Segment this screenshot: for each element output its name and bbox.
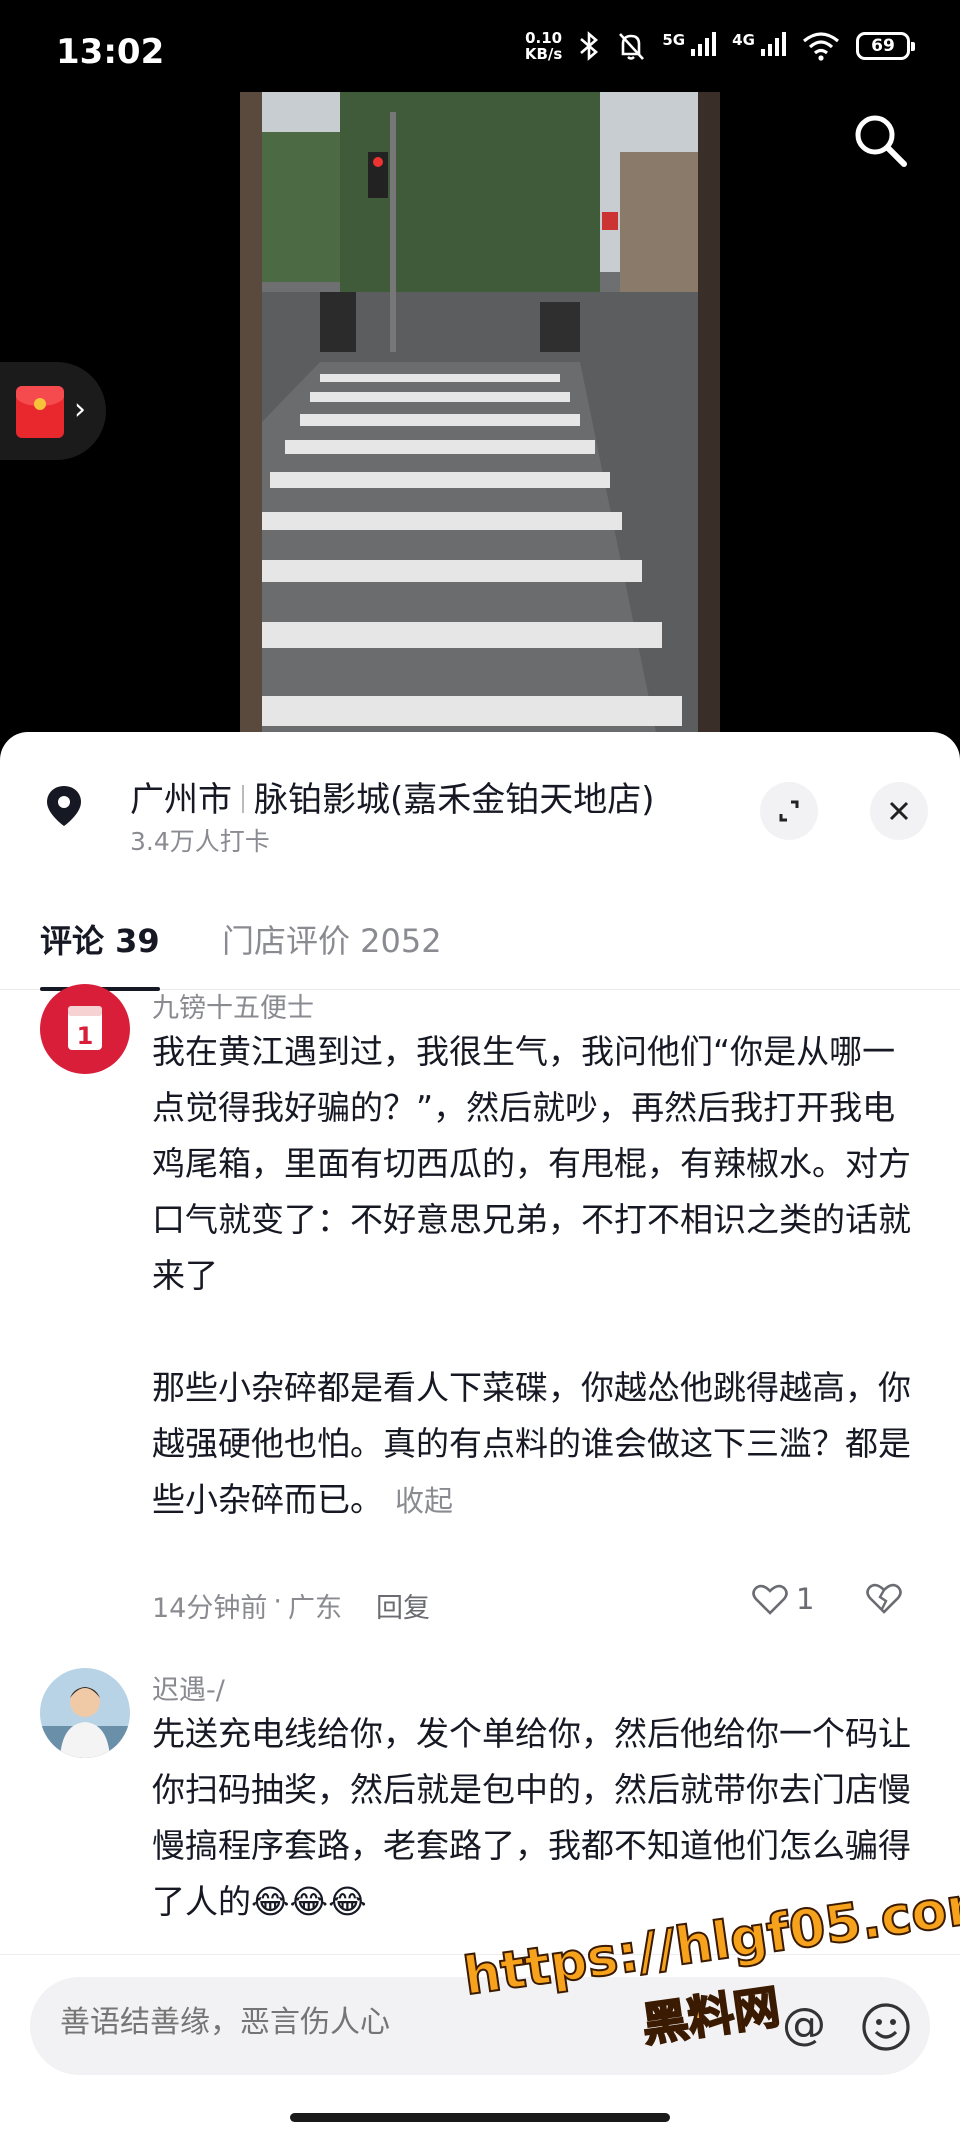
heart-icon (752, 1584, 788, 1615)
person-avatar-image (40, 1668, 130, 1758)
location-title[interactable]: 广州市 脉铂影城(嘉禾金铂天地店) (130, 772, 655, 821)
wifi-icon (802, 32, 840, 61)
comment-time: 14分钟前 (152, 1593, 268, 1624)
comment-username[interactable]: 迟遇-/ (152, 1668, 225, 1707)
battery-indicator: 69 (856, 32, 915, 60)
chevron-right-icon: › (74, 392, 86, 427)
tab-comments[interactable]: 评论 39 (40, 916, 160, 962)
location-name: 脉铂影城(嘉禾金铂天地店) (254, 780, 655, 820)
avatar-badge: 1 (77, 1022, 94, 1050)
title-divider (242, 785, 244, 813)
comment-meta: 14分钟前 · 广东 回复 (152, 1586, 430, 1625)
like-count: 1 (796, 1582, 815, 1616)
signal-5g: 5G (662, 31, 717, 61)
comment-username[interactable]: 九镑十五便士 (152, 986, 314, 1025)
tab-store-reviews[interactable]: 门店评价 2052 (222, 916, 442, 962)
signal-4g: 4G (732, 31, 786, 61)
tab-bar: 评论 39 门店评价 2052 (0, 902, 960, 991)
expand-icon (779, 800, 799, 822)
comment-input[interactable] (60, 2005, 480, 2040)
comment-text: 先送充电线给你，发个单给你，然后他给你一个码让你扫码抽奖，然后就是包中的，然后就… (152, 1714, 911, 1921)
signal-bars-icon (761, 32, 786, 56)
search-icon[interactable] (848, 108, 912, 172)
network-speed: 0.10 KB/s (524, 29, 563, 63)
comment-text: 我在黄江遇到过，我很生气，我问他们“你是从哪一点觉得我好骗的？”，然后就吵，再然… (152, 1024, 912, 1529)
meta-dot: · (273, 1586, 282, 1617)
location-sheet: 广州市 脉铂影城(嘉禾金铂天地店) 3.4万人打卡 评论 39 门店评价 2052… (0, 732, 960, 2134)
dislike-button[interactable] (866, 1582, 902, 1618)
broken-heart-icon (866, 1583, 902, 1614)
expand-button[interactable] (760, 782, 818, 840)
checkin-count: 3.4万人打卡 (130, 827, 270, 856)
comment-input-bar: @ (0, 1954, 960, 2134)
mention-button[interactable]: @ (782, 1999, 826, 2050)
comment-region: 广东 (287, 1593, 342, 1624)
comment-input-container[interactable]: @ (30, 1977, 930, 2075)
comment-paragraph: 我在黄江遇到过，我很生气，我问他们“你是从哪一点觉得我好骗的？”，然后就吵，再然… (152, 1032, 911, 1295)
calendar-avatar-image: 1 (40, 984, 130, 1074)
laugh-cry-emoji: 😂😂😂 (251, 1882, 367, 1921)
reply-button[interactable]: 回复 (376, 1586, 430, 1625)
location-pin-icon (47, 786, 81, 826)
emoji-icon[interactable] (860, 2001, 912, 2053)
close-icon (889, 801, 909, 821)
status-time: 13:02 (56, 32, 165, 72)
close-button[interactable] (870, 782, 928, 840)
red-packet-icon (16, 386, 64, 438)
video-frame (240, 92, 720, 752)
avatar[interactable] (40, 1668, 130, 1758)
status-bar: 13:02 0.10 KB/s 5G 4G 69 (0, 0, 960, 92)
avatar[interactable]: 1 (40, 984, 130, 1074)
collapse-link[interactable]: 收起 (395, 1484, 453, 1518)
street-scene-image (240, 92, 720, 752)
like-button[interactable]: 1 (752, 1582, 814, 1616)
mute-bell-icon (619, 33, 645, 60)
location-city: 广州市 (130, 780, 232, 820)
status-icons: 0.10 KB/s 5G 4G 69 (524, 29, 915, 63)
red-packet-button[interactable]: › (0, 362, 106, 460)
home-indicator[interactable] (290, 2113, 670, 2122)
signal-bars-icon (691, 32, 717, 56)
bluetooth-icon (580, 31, 599, 61)
video-player[interactable]: › (0, 92, 960, 752)
comment-paragraph-last: 那些小杂碎都是看人下菜碟，你越怂他跳得越高，你越强硬他也怕。真的有点料的谁会做这… (152, 1368, 911, 1519)
